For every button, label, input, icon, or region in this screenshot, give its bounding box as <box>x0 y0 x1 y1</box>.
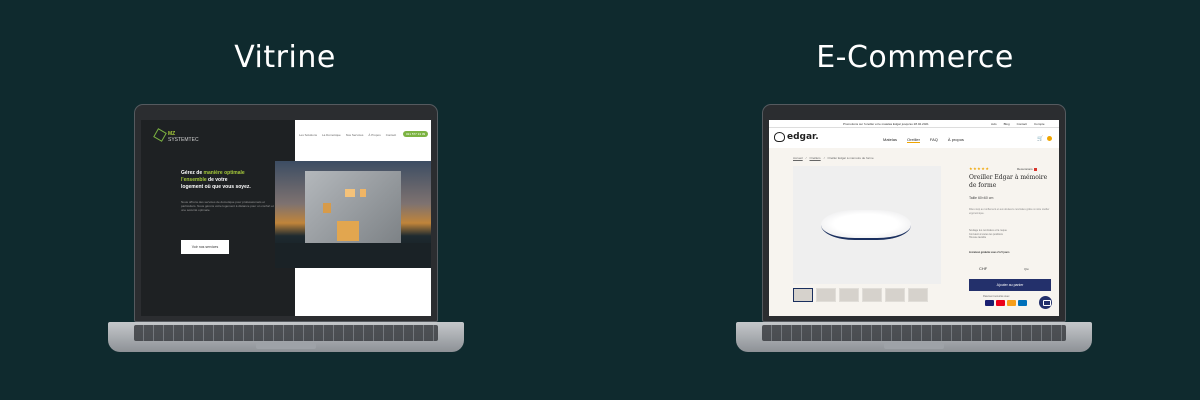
nav-item-faq[interactable]: FAQ <box>930 137 938 143</box>
nav-item-about[interactable]: À propos <box>948 137 964 143</box>
hero-title-part-3: logement où que vous soyez. <box>181 184 251 190</box>
ecommerce-screen: Promotions sur l'oreiller et le matelas … <box>769 120 1059 316</box>
hero-title-part: Gérez de <box>181 170 204 176</box>
trackpad <box>884 343 944 349</box>
hero-title-part-2: de votre <box>206 177 228 183</box>
see-services-button[interactable]: Voir nos services <box>181 240 229 254</box>
reviews-label: Recensions <box>1017 167 1033 171</box>
laptop-lid: Promotions sur l'oreiller et le matelas … <box>762 104 1066 322</box>
laptop-lid: MZ SYSTEMTEC Gérez de manière optimale l… <box>134 104 438 322</box>
breadcrumb-separator: / <box>805 156 807 160</box>
top-links: Avis Blog Contact Compte <box>991 122 1045 126</box>
site-header: edgar. Matelas Oreiller FAQ À propos 🛒 <box>769 128 1059 148</box>
thumbnail[interactable] <box>885 288 905 302</box>
promo-text: Promotions sur l'oreiller et le matelas … <box>843 122 929 126</box>
top-link-account[interactable]: Compte <box>1034 122 1045 126</box>
hexagon-logo-icon <box>153 128 167 142</box>
nav-item-matelas[interactable]: Matelas <box>883 137 897 143</box>
hero-title: Gérez de manière optimale l'ensemble de … <box>181 170 261 191</box>
product-bullets: Soulage les cervicales et la nuque Convi… <box>969 229 1053 240</box>
thumbnail[interactable] <box>839 288 859 302</box>
house-photo <box>275 161 431 268</box>
hero-text: Nous offrons des services de domotique p… <box>181 200 274 212</box>
window-light <box>323 203 331 213</box>
reviews-link[interactable]: Recensions <box>1017 167 1037 171</box>
trackpad <box>256 343 316 349</box>
main-nav: Matelas Oreiller FAQ À propos <box>883 137 964 143</box>
keyboard <box>134 325 438 341</box>
nav-item-contact[interactable]: Contact <box>386 133 396 137</box>
window-light <box>360 189 366 197</box>
phone-cta-button[interactable]: 021 577 13 09 <box>403 131 429 137</box>
breadcrumb-current: Oreiller Edgar à mémoire de forme <box>827 156 874 160</box>
product-title: Oreiller Edgar à mémoire de forme <box>969 174 1048 189</box>
window-light <box>345 189 355 197</box>
product-size: Taille 60×60 cm <box>969 196 994 200</box>
terrace-shape <box>275 243 431 268</box>
add-to-cart-button[interactable]: Ajouter au panier <box>969 279 1051 291</box>
ecommerce-heading: E-Commerce <box>816 40 1014 75</box>
site-logo[interactable]: edgar. <box>787 132 819 142</box>
thumbnail-strip <box>793 288 928 302</box>
vitrine-heading: Vitrine <box>234 40 336 75</box>
site-logo[interactable]: MZ SYSTEMTEC <box>168 131 199 143</box>
price-currency: CHF <box>979 266 988 271</box>
product-image[interactable] <box>793 166 941 284</box>
hero-title-highlight-2: l'ensemble <box>181 177 207 183</box>
bullet-item: Housse lavable <box>969 236 987 239</box>
logo-sub: SYSTEMTEC <box>168 137 199 143</box>
review-badge-icon <box>1033 167 1037 171</box>
payment-cards <box>985 300 1027 306</box>
nav-item-oreiller[interactable]: Oreiller <box>907 137 920 143</box>
pillow-image <box>821 210 911 240</box>
quantity-stepper[interactable]: Qté <box>1024 267 1029 271</box>
nav-item-about[interactable]: À Propos <box>368 133 380 137</box>
main-nav: Les Solutions La Domotique Nos Services … <box>299 133 396 137</box>
thumbnail[interactable] <box>793 288 813 302</box>
laptop-base <box>736 322 1092 352</box>
top-link-blog[interactable]: Blog <box>1004 122 1010 126</box>
product-description: Dites stop au ronflement et aux douleurs… <box>969 208 1050 215</box>
thumbnail[interactable] <box>908 288 928 302</box>
window-light <box>337 221 359 241</box>
thumbnail[interactable] <box>816 288 836 302</box>
breadcrumb-separator: / <box>823 156 825 160</box>
dog-logo-icon <box>774 132 785 142</box>
breadcrumb-home[interactable]: Accueil <box>793 156 803 160</box>
nav-item-services[interactable]: Nos Services <box>346 133 364 137</box>
card-paypal-icon <box>1018 300 1027 306</box>
card-mastercard-icon <box>996 300 1005 306</box>
user-icon[interactable] <box>1047 136 1052 141</box>
top-link-contact[interactable]: Contact <box>1017 122 1027 126</box>
breadcrumb-category[interactable]: Oreillers <box>810 156 821 160</box>
vitrine-screen: MZ SYSTEMTEC Gérez de manière optimale l… <box>141 120 431 316</box>
rating-stars: ★★★★★ <box>969 166 990 171</box>
top-link-reviews[interactable]: Avis <box>991 122 997 126</box>
card-visa-icon <box>985 300 994 306</box>
promo-bar: Promotions sur l'oreiller et le matelas … <box>769 120 1059 128</box>
cart-icon[interactable]: 🛒 <box>1037 136 1043 142</box>
hero-dark-panel: MZ SYSTEMTEC Gérez de manière optimale l… <box>141 120 295 316</box>
hero-title-highlight: manière optimale <box>203 170 245 176</box>
breadcrumb: Accueil / Oreillers / Oreiller Edgar à mém… <box>793 156 874 160</box>
nav-item-domotique[interactable]: La Domotique <box>322 133 341 137</box>
thumbnail[interactable] <box>862 288 882 302</box>
card-amex-icon <box>1007 300 1016 306</box>
payment-label: Paiement sécurisé avec <box>983 295 1010 298</box>
delivery-info: Livraison gratuite sous 2 à 5 jours <box>969 251 1010 254</box>
keyboard <box>762 325 1066 341</box>
chat-icon[interactable] <box>1039 296 1052 309</box>
laptop-base <box>108 322 464 352</box>
nav-item-solutions[interactable]: Les Solutions <box>299 133 317 137</box>
